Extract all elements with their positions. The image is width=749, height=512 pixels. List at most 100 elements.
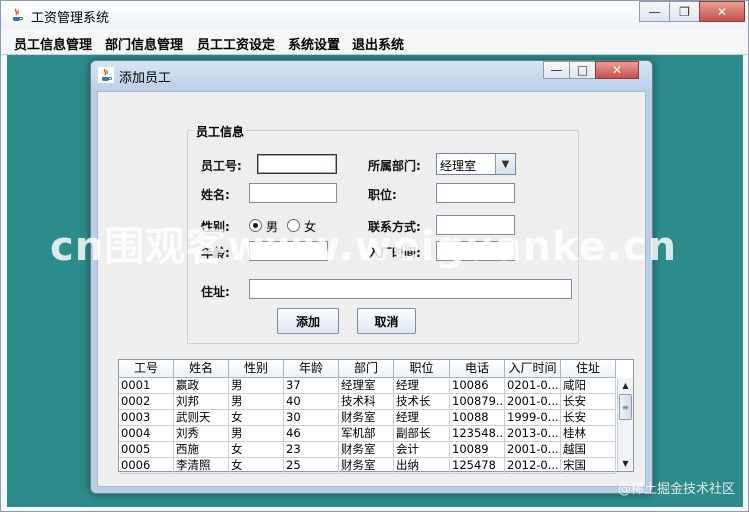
column-header[interactable]: 姓名 — [174, 360, 229, 378]
dialog-close-button[interactable]: ✕ — [595, 61, 639, 79]
main-close-button[interactable]: ✕ — [699, 1, 745, 22]
scroll-up-icon[interactable]: ▲ — [618, 378, 633, 393]
table-cell[interactable]: 西施 — [174, 442, 229, 458]
emp-no-input[interactable] — [257, 154, 337, 174]
table-cell[interactable]: 技术科 — [339, 394, 394, 410]
table-cell[interactable]: 越国 — [561, 442, 616, 458]
table-cell[interactable]: 桂林 — [561, 426, 616, 442]
table-cell[interactable]: 副部长 — [394, 426, 450, 442]
column-header[interactable]: 工号 — [119, 360, 174, 378]
table-cell[interactable]: 经理室 — [339, 378, 394, 394]
column-header[interactable]: 部门 — [339, 360, 394, 378]
chevron-down-icon[interactable]: ▼ — [495, 154, 515, 174]
table-cell[interactable]: 男 — [229, 394, 284, 410]
table-cell[interactable]: 刘邦 — [174, 394, 229, 410]
menu-department-info[interactable]: 部门信息管理 — [105, 34, 183, 53]
table-cell[interactable]: 2013-0... — [505, 426, 561, 442]
table-cell[interactable]: 技术长 — [394, 394, 450, 410]
table-cell[interactable]: 李清照 — [174, 458, 229, 474]
table-row[interactable]: 0006 李清照女 25 财务室 出纳 125478 2012-0... 宋国 — [119, 458, 616, 474]
main-window-title: 工资管理系统 — [31, 11, 110, 26]
table-cell[interactable]: 2001-0... — [505, 442, 561, 458]
dialog-titlebar[interactable]: 添加员工 — □ ✕ — [91, 61, 652, 89]
table-cell[interactable]: 财务室 — [339, 458, 394, 474]
table-cell[interactable]: 0005 — [119, 442, 174, 458]
table-row[interactable]: 0001 嬴政男 37 经理室 经理 10086 0201-0... 咸阳 — [119, 378, 616, 394]
table-cell[interactable]: 125478 — [450, 458, 505, 474]
column-header[interactable]: 性别 — [229, 360, 284, 378]
table-cell[interactable]: 宋国 — [561, 458, 616, 474]
table-cell[interactable]: 咸阳 — [561, 378, 616, 394]
column-header[interactable]: 年龄 — [284, 360, 339, 378]
menu-salary-setting[interactable]: 员工工资设定 — [197, 34, 275, 53]
table-cell[interactable]: 37 — [284, 378, 339, 394]
table-cell[interactable]: 10088 — [450, 410, 505, 426]
dialog-minimize-button[interactable]: — — [543, 61, 570, 79]
table-cell[interactable]: 46 — [284, 426, 339, 442]
table-row[interactable]: 0004 刘秀男 46 军机部 副部长 123548... 2013-0... 桂林 — [119, 426, 616, 442]
main-maximize-button[interactable]: ❐ — [669, 1, 700, 22]
column-header[interactable]: 职位 — [394, 360, 450, 378]
table-cell[interactable]: 2012-0... — [505, 458, 561, 474]
table-cell[interactable]: 1999-0... — [505, 410, 561, 426]
scroll-thumb[interactable]: ≡ — [619, 394, 632, 420]
table-cell[interactable]: 男 — [229, 426, 284, 442]
table-cell[interactable]: 10086 — [450, 378, 505, 394]
table-row[interactable]: 0002 刘邦男 40 技术科 技术长 100879... 2001-0... 长安 — [119, 394, 616, 410]
maximize-icon: □ — [576, 63, 589, 77]
employee-table[interactable]: 工号 姓名 性别 年龄 部门 职位 电话 入厂时间 住址 0001 嬴政男 37 经理室 经理 10086… — [118, 359, 634, 474]
table-cell[interactable]: 女 — [229, 442, 284, 458]
table-cell[interactable]: 出纳 — [394, 458, 450, 474]
add-button[interactable]: 添加 — [277, 308, 339, 334]
address-input[interactable] — [249, 279, 572, 299]
cancel-button[interactable]: 取消 — [357, 308, 416, 334]
table-cell[interactable]: 0006 — [119, 458, 174, 474]
table-cell[interactable]: 女 — [229, 410, 284, 426]
department-select[interactable]: 经理室 ▼ — [436, 153, 516, 175]
menu-exit[interactable]: 退出系统 — [352, 34, 404, 53]
table-cell[interactable]: 40 — [284, 394, 339, 410]
main-minimize-button[interactable]: — — [639, 1, 670, 22]
table-cell[interactable]: 武则天 — [174, 410, 229, 426]
table-cell[interactable]: 财务室 — [339, 442, 394, 458]
table-cell[interactable]: 0002 — [119, 394, 174, 410]
table-cell[interactable]: 100879... — [450, 394, 505, 410]
column-header[interactable]: 住址 — [561, 360, 616, 378]
table-cell[interactable]: 女 — [229, 458, 284, 474]
table-row[interactable]: 0003 武则天女 30 财务室 经理 10088 1999-0... 长安 — [119, 410, 616, 426]
table-cell[interactable]: 长安 — [561, 394, 616, 410]
column-header[interactable]: 电话 — [450, 360, 505, 378]
table-cell[interactable]: 10089 — [450, 442, 505, 458]
table-cell[interactable]: 30 — [284, 410, 339, 426]
table-cell[interactable]: 0201-0... — [505, 378, 561, 394]
table-cell[interactable]: 123548... — [450, 426, 505, 442]
table-cell[interactable]: 会计 — [394, 442, 450, 458]
menu-system-settings[interactable]: 系统设置 — [288, 34, 340, 53]
table-cell[interactable]: 军机部 — [339, 426, 394, 442]
table-cell[interactable]: 0003 — [119, 410, 174, 426]
table-cell[interactable]: 23 — [284, 442, 339, 458]
table-cell[interactable]: 25 — [284, 458, 339, 474]
menu-employee-info[interactable]: 员工信息管理 — [14, 34, 92, 53]
table-cell[interactable]: 经理 — [394, 378, 450, 394]
address-label: 住址: — [201, 285, 230, 299]
table-cell[interactable]: 0001 — [119, 378, 174, 394]
dialog-maximize-button[interactable]: □ — [569, 61, 596, 79]
table-cell[interactable]: 嬴政 — [174, 378, 229, 394]
position-input[interactable] — [436, 183, 515, 203]
close-icon: ✕ — [716, 4, 728, 19]
table-row[interactable]: 0005 西施女 23 财务室 会计 10089 2001-0... 越国 — [119, 442, 616, 458]
column-header[interactable]: 入厂时间 — [505, 360, 561, 378]
scroll-down-icon[interactable]: ▼ — [618, 456, 633, 471]
table-cell[interactable]: 男 — [229, 378, 284, 394]
table-cell[interactable]: 2001-0... — [505, 394, 561, 410]
employee-info-group-title: 员工信息 — [193, 123, 248, 140]
table-vertical-scrollbar[interactable]: ▲ ≡ ▼ — [617, 378, 633, 471]
table-cell[interactable]: 0004 — [119, 426, 174, 442]
table-cell[interactable]: 刘秀 — [174, 426, 229, 442]
table-cell[interactable]: 财务室 — [339, 410, 394, 426]
table-cell[interactable]: 长安 — [561, 410, 616, 426]
table-cell[interactable]: 经理 — [394, 410, 450, 426]
main-titlebar[interactable]: 工资管理系统 — ❐ ✕ — [1, 1, 748, 29]
name-input[interactable] — [249, 183, 337, 203]
